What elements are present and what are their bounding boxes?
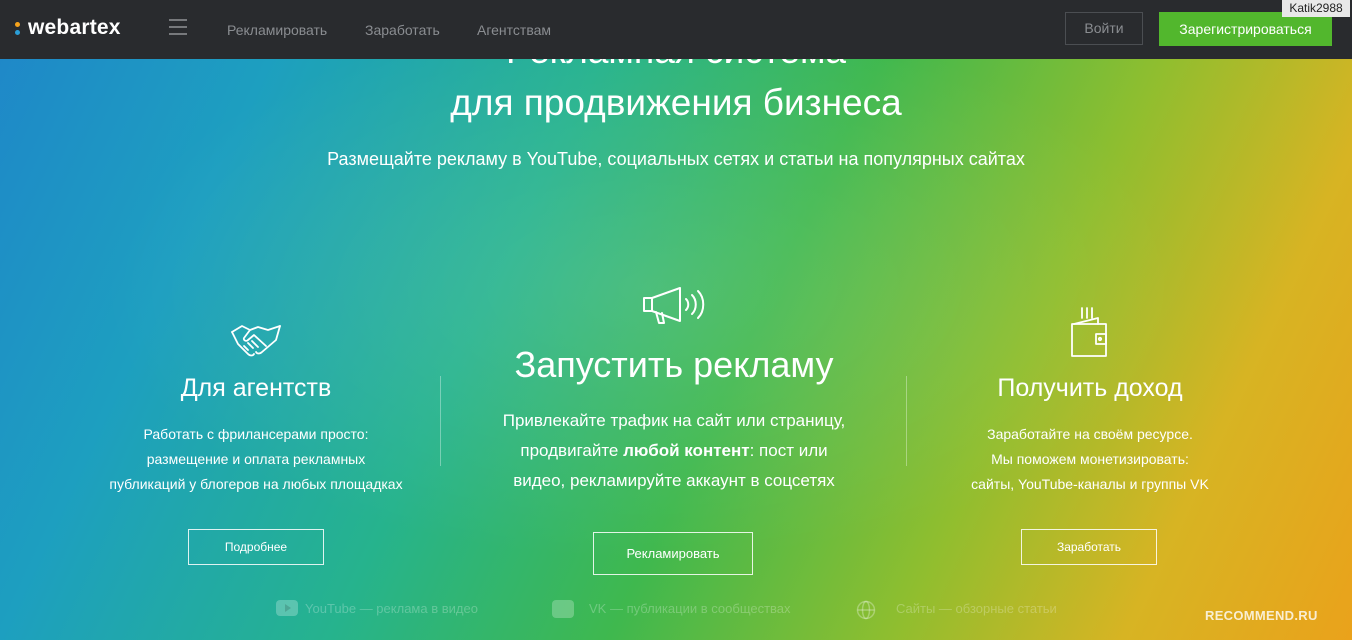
register-button[interactable]: Зарегистрироваться (1159, 12, 1332, 46)
more-button[interactable]: Подробнее (188, 529, 324, 565)
menu-icon[interactable] (169, 19, 187, 37)
nav-link-advertise[interactable]: Рекламировать (227, 22, 327, 38)
income-text-line3: сайты, YouTube-каналы и группы VK (971, 476, 1209, 492)
handshake-icon (231, 325, 281, 357)
agencies-text-line3: публикаций у блогеров на любых площадках (109, 476, 403, 492)
launch-text-line2: продвигайте любой контент: пост или (520, 441, 828, 460)
income-text: Заработайте на своём ресурсе. Мы поможем… (914, 422, 1266, 497)
advertise-button[interactable]: Рекламировать (593, 532, 753, 575)
launch-text-line1: Привлекайте трафик на сайт или страницу, (502, 411, 846, 430)
logo-text: webartex (28, 16, 121, 39)
agencies-text-line1: Работать с фрилансерами просто: (143, 426, 369, 442)
launch-text: Привлекайте трафик на сайт или страницу,… (456, 406, 892, 496)
agencies-text-line2: размещение и оплата рекламных (146, 451, 366, 467)
launch-text-line3: видео, рекламируйте аккаунт в соцсетях (513, 471, 835, 490)
agencies-text: Работать с фрилансерами просто: размещен… (80, 422, 432, 497)
logo-dots-icon (14, 20, 24, 36)
launch-text-bold: любой контент (623, 441, 750, 460)
nav-link-earn[interactable]: Заработать (365, 22, 440, 38)
watermark-logo: RECOMMEND.RU (1205, 608, 1318, 623)
wallet-icon (1071, 307, 1107, 357)
top-navbar: webartex Рекламировать Заработать Агентс… (0, 0, 1352, 59)
footer-youtube[interactable]: YouTube — реклама в видео (305, 601, 478, 616)
income-text-line1: Заработайте на своём ресурсе. (987, 426, 1193, 442)
vk-icon (552, 600, 574, 618)
earn-button[interactable]: Заработать (1021, 529, 1157, 565)
launch-title: Запустить рекламу (514, 344, 834, 385)
logo[interactable]: webartex (14, 16, 121, 40)
nav-link-agencies[interactable]: Агентствам (477, 22, 551, 38)
divider-right (906, 376, 907, 466)
income-title: Получить доход (997, 374, 1183, 402)
login-button[interactable]: Войти (1065, 12, 1143, 45)
hero-title-line2: для продвижения бизнеса (450, 82, 902, 123)
user-tag: Katik2988 (1282, 0, 1350, 17)
footer-sites[interactable]: Сайты — обзорные статьи (896, 601, 1057, 616)
globe-icon (856, 600, 876, 620)
agencies-title: Для агентств (180, 374, 332, 402)
footer-vk[interactable]: VK — публикации в сообществах (589, 601, 791, 616)
divider-left (440, 376, 441, 466)
hero-subtitle: Размещайте рекламу в YouTube, социальных… (327, 149, 1025, 169)
youtube-icon (276, 600, 298, 616)
income-text-line2: Мы поможем монетизировать: (991, 451, 1189, 467)
megaphone-icon (643, 287, 705, 324)
